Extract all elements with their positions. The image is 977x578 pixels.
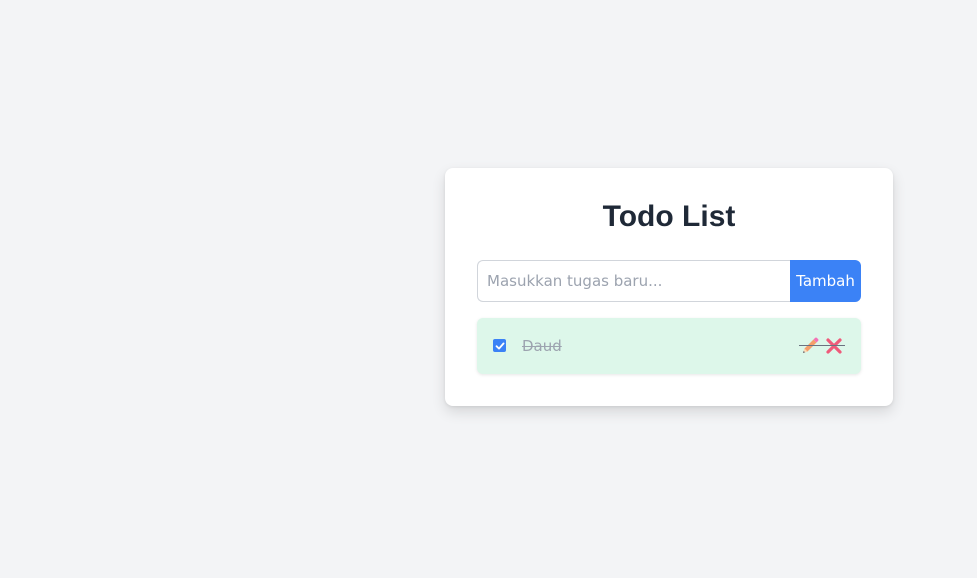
page-title: Todo List bbox=[602, 200, 736, 233]
todo-item: Daud bbox=[477, 318, 861, 374]
add-task-button[interactable]: Tambah bbox=[790, 260, 861, 302]
pencil-icon[interactable] bbox=[799, 335, 821, 357]
checkmark-icon bbox=[495, 342, 504, 349]
close-icon[interactable] bbox=[823, 335, 845, 357]
todo-complete-checkbox[interactable] bbox=[493, 339, 506, 352]
new-task-input[interactable] bbox=[477, 260, 790, 302]
strikethrough-line bbox=[799, 345, 845, 346]
todo-text: Daud bbox=[522, 337, 562, 355]
todo-card: Todo List Tambah Daud bbox=[445, 168, 893, 406]
add-task-form: Tambah bbox=[477, 260, 861, 302]
todo-actions bbox=[799, 335, 847, 357]
